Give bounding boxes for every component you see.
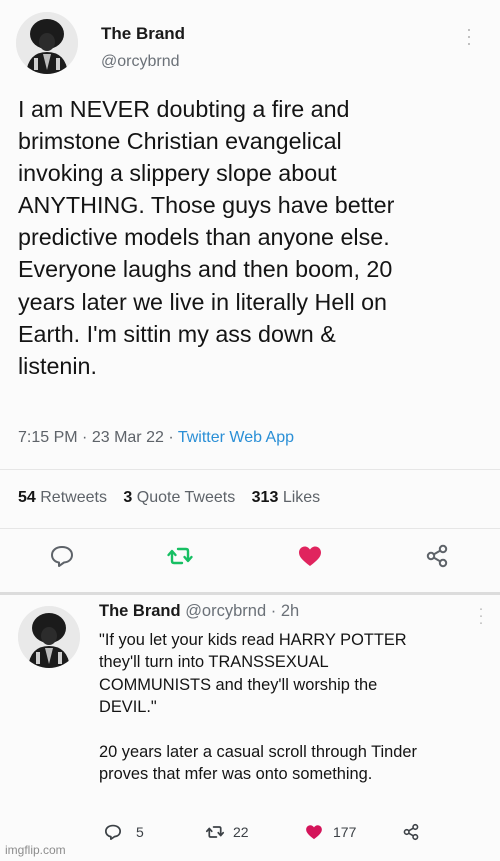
reply-header: The Brand @orcybrnd · 2h xyxy=(99,602,299,621)
meta-separator: · xyxy=(82,429,92,446)
tweet-date: 23 Mar 22 xyxy=(91,429,164,446)
like-icon xyxy=(306,825,322,840)
reply-like-count: 177 xyxy=(333,824,357,840)
quote-tweets-stat[interactable]: 3 Quote Tweets xyxy=(123,489,235,506)
retweet-icon xyxy=(205,826,225,838)
meta-separator: · xyxy=(168,429,178,446)
reply-count: 5 xyxy=(136,824,144,840)
section-separator xyxy=(0,592,500,595)
avatar-image xyxy=(16,12,78,74)
reply-icon xyxy=(105,824,121,840)
reply-age: 2h xyxy=(280,602,300,620)
reply-retweet-count: 22 xyxy=(233,824,249,840)
share-button[interactable] xyxy=(423,542,451,570)
reply-reply-button[interactable] xyxy=(103,822,123,842)
reply-retweet-button[interactable] xyxy=(204,822,226,842)
avatar-image xyxy=(18,606,80,668)
likes-count: 313 xyxy=(251,489,279,506)
reply-author-name[interactable]: The Brand xyxy=(99,602,181,620)
reply-share-button[interactable] xyxy=(401,822,421,842)
more-icon[interactable]: · · · xyxy=(463,20,475,52)
reply-author-handle[interactable]: @orcybrnd xyxy=(185,602,266,620)
quote-count: 3 xyxy=(123,489,133,506)
reply-button[interactable] xyxy=(48,542,76,570)
engagement-stats: 54 Retweets 3 Quote Tweets 313 Likes xyxy=(18,489,320,507)
share-icon xyxy=(426,544,448,568)
tweet-time: 7:15 PM xyxy=(18,429,78,446)
retweet-icon xyxy=(167,547,193,565)
retweets-label: Retweets xyxy=(40,489,107,506)
reply-icon xyxy=(51,546,73,567)
like-button[interactable] xyxy=(296,542,324,570)
likes-stat[interactable]: 313 Likes xyxy=(252,489,321,506)
quote-label: Quote Tweets xyxy=(136,489,236,506)
avatar[interactable] xyxy=(16,12,78,74)
divider xyxy=(0,528,500,529)
like-icon xyxy=(299,546,321,566)
retweets-count: 54 xyxy=(18,489,36,506)
reply-avatar[interactable] xyxy=(18,606,80,668)
tweet-meta: 7:15 PM · 23 Mar 22 · Twitter Web App xyxy=(18,429,294,447)
tweet-text: I am NEVER doubting a fire and brimstone… xyxy=(18,96,395,379)
retweet-button[interactable] xyxy=(166,542,194,570)
reply-more-icon[interactable]: · · · xyxy=(476,601,486,630)
likes-label: Likes xyxy=(282,489,321,506)
watermark: imgflip.com xyxy=(5,843,66,857)
retweets-stat[interactable]: 54 Retweets xyxy=(18,489,107,506)
tweet-source-link[interactable]: Twitter Web App xyxy=(178,429,294,446)
share-icon xyxy=(403,823,419,841)
reply-like-button[interactable] xyxy=(303,822,325,842)
reply-text: "If you let your kids read HARRY POTTER … xyxy=(99,631,417,784)
reply-separator: · xyxy=(270,602,277,620)
author-handle[interactable]: @orcybrnd xyxy=(101,53,180,71)
author-name[interactable]: The Brand xyxy=(101,24,185,44)
divider xyxy=(0,469,500,470)
